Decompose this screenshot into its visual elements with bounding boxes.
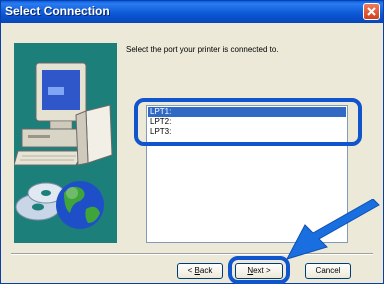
cancel-button[interactable]: Cancel — [305, 263, 351, 279]
close-button[interactable] — [363, 3, 380, 20]
back-button[interactable]: < Back — [177, 263, 223, 279]
back-label: ack — [199, 266, 213, 275]
setup-illustration — [13, 43, 117, 243]
close-icon — [367, 7, 376, 16]
arrow-pointer-icon — [285, 199, 380, 260]
title-bar[interactable]: Select Connection — [1, 1, 383, 23]
next-button-highlight — [228, 256, 290, 284]
select-connection-dialog: Select Connection Select the port your p… — [0, 0, 384, 284]
instruction-text: Select the port your printer is connecte… — [126, 45, 279, 54]
computer-with-cd-and-globe-icon — [13, 62, 113, 229]
dialog-title: Select Connection — [5, 4, 110, 18]
port-list-highlight — [134, 98, 362, 146]
